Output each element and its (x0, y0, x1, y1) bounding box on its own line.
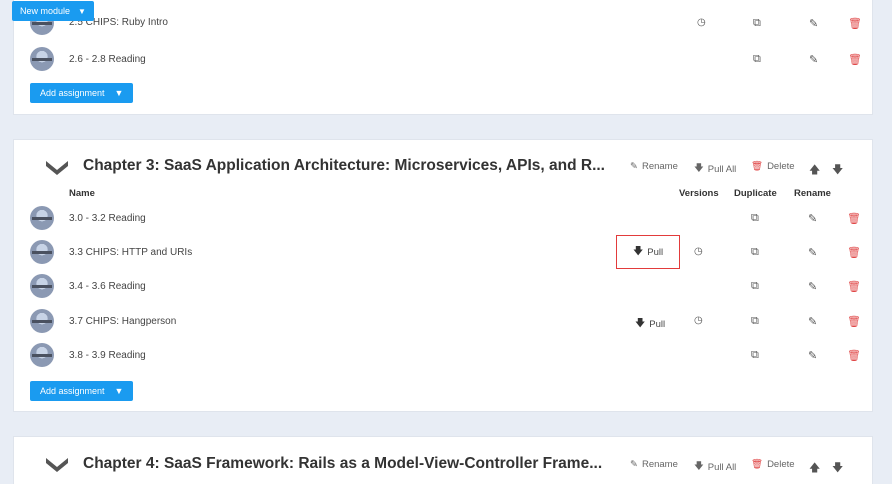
duplicate-icon[interactable]: ⧉ (753, 53, 761, 66)
trash-icon: 🗑 (751, 459, 764, 470)
trash-icon[interactable]: 🗑 (848, 17, 862, 30)
move-up-icon[interactable]: 🡅 (809, 459, 820, 478)
module-title: Chapter 3: SaaS Application Architecture… (83, 157, 605, 174)
history-icon[interactable]: ◷ (694, 315, 703, 326)
pencil-icon[interactable]: ✎ (808, 246, 817, 259)
history-icon[interactable]: ◷ (694, 246, 703, 257)
trash-icon[interactable]: 🗑 (847, 246, 861, 259)
duplicate-icon[interactable]: ⧉ (753, 17, 761, 30)
arrow-down-icon: 🡇 (694, 461, 704, 472)
assignment-name[interactable]: 3.0 - 3.2 Reading (69, 213, 146, 224)
duplicate-icon[interactable]: ⧉ (751, 246, 759, 259)
trash-icon[interactable]: 🗑 (847, 212, 861, 225)
assignment-avatar (30, 206, 54, 230)
add-assignment-button[interactable]: Add assignment ▼ (30, 381, 134, 401)
pencil-icon[interactable]: ✎ (808, 280, 817, 293)
add-assignment-label: Add assignment (40, 88, 105, 98)
assignment-name[interactable]: 2.6 - 2.8 Reading (69, 54, 146, 65)
pull-label: Pull (649, 319, 666, 330)
assignment-row: 3.3 CHIPS: HTTP and URIs 🡇 Pull ◷ ⧉ ✎ 🗑 (14, 235, 872, 269)
new-module-button[interactable]: New module ▼ (12, 1, 94, 21)
add-assignment-button[interactable]: Add assignment ▼ (30, 83, 134, 103)
pencil-icon[interactable]: ✎ (808, 349, 817, 362)
caret-down-icon: ▼ (78, 6, 86, 16)
module-card-chapter-3: Chapter 3: SaaS Application Architecture… (13, 139, 873, 412)
trash-icon[interactable]: 🗑 (848, 53, 862, 66)
module-title: Chapter 4: SaaS Framework: Rails as a Mo… (83, 455, 603, 472)
history-icon[interactable]: ◷ (697, 17, 706, 28)
pull-all-label: Pull All (707, 461, 737, 473)
pull-button[interactable]: 🡇 Pull (635, 316, 665, 333)
assignment-row: 3.0 - 3.2 Reading ⧉ ✎ 🗑 (14, 203, 872, 233)
pull-label: Pull (647, 246, 664, 258)
delete-module-button[interactable]: 🗑 Delete (751, 161, 795, 172)
chevron-down-icon[interactable] (46, 458, 68, 472)
duplicate-icon[interactable]: ⧉ (751, 349, 759, 362)
assignment-row: 3.4 - 3.6 Reading ⧉ ✎ 🗑 (14, 271, 872, 301)
caret-down-icon: ▼ (114, 88, 124, 98)
new-module-label: New module (20, 6, 71, 16)
assignment-name[interactable]: 3.7 CHIPS: Hangperson (69, 316, 176, 327)
move-down-icon[interactable]: 🡇 (832, 459, 843, 478)
delete-label: Delete (767, 161, 795, 172)
pencil-icon[interactable]: ✎ (809, 53, 818, 66)
caret-down-icon: ▼ (114, 386, 124, 396)
move-up-icon[interactable]: 🡅 (809, 161, 820, 180)
rename-label: Rename (641, 459, 678, 470)
trash-icon[interactable]: 🗑 (847, 280, 861, 293)
trash-icon[interactable]: 🗑 (847, 349, 861, 362)
pencil-icon[interactable]: ✎ (808, 315, 817, 328)
arrow-down-icon: 🡇 (633, 245, 644, 257)
assignment-avatar (30, 274, 54, 298)
pull-all-button[interactable]: 🡇 Pull All (694, 459, 736, 475)
module-card-chapter-2: 2.5 CHIPS: Ruby Intro ◷ ⧉ ✎ 🗑 2.6 - 2.8 … (13, 0, 873, 115)
assignment-name[interactable]: 3.3 CHIPS: HTTP and URIs (69, 247, 192, 258)
duplicate-icon[interactable]: ⧉ (751, 315, 759, 328)
pencil-icon[interactable]: ✎ (808, 212, 817, 225)
delete-label: Delete (767, 459, 795, 470)
assignment-row: 2.5 CHIPS: Ruby Intro ◷ ⧉ ✎ 🗑 (14, 8, 872, 38)
assignment-row: 3.7 CHIPS: Hangperson 🡇 Pull ◷ ⧉ ✎ 🗑 (14, 306, 872, 336)
assignment-avatar (30, 47, 54, 71)
rename-label: Rename (641, 161, 678, 172)
column-header-name: Name (69, 188, 95, 199)
move-down-icon[interactable]: 🡇 (832, 161, 843, 180)
assignment-name[interactable]: 3.8 - 3.9 Reading (69, 350, 146, 361)
duplicate-icon[interactable]: ⧉ (751, 212, 759, 225)
pull-all-button[interactable]: 🡇 Pull All (694, 161, 736, 177)
pencil-icon: ✎ (630, 161, 638, 172)
duplicate-icon[interactable]: ⧉ (751, 280, 759, 293)
arrow-down-icon: 🡇 (635, 318, 646, 329)
column-header-versions: Versions (679, 188, 719, 199)
add-assignment-label: Add assignment (40, 386, 105, 396)
trash-icon[interactable]: 🗑 (847, 315, 861, 328)
pencil-icon: ✎ (630, 459, 638, 470)
chevron-down-icon[interactable] (46, 161, 68, 175)
assignment-avatar (30, 343, 54, 367)
pencil-icon[interactable]: ✎ (809, 17, 818, 30)
rename-module-button[interactable]: ✎ Rename (630, 161, 678, 172)
assignment-name[interactable]: 3.4 - 3.6 Reading (69, 281, 146, 292)
assignment-row: 2.6 - 2.8 Reading ⧉ ✎ 🗑 (14, 44, 872, 74)
module-card-chapter-4: Chapter 4: SaaS Framework: Rails as a Mo… (13, 436, 873, 484)
pull-all-label: Pull All (707, 163, 737, 175)
column-header-duplicate: Duplicate (734, 188, 777, 199)
assignment-avatar (30, 309, 54, 333)
arrow-down-icon: 🡇 (694, 163, 704, 174)
column-header-rename: Rename (794, 188, 831, 199)
trash-icon: 🗑 (751, 161, 764, 172)
delete-module-button[interactable]: 🗑 Delete (751, 459, 795, 470)
assignment-avatar (30, 240, 54, 264)
rename-module-button[interactable]: ✎ Rename (630, 459, 678, 470)
assignment-row: 3.8 - 3.9 Reading ⧉ ✎ 🗑 (14, 340, 872, 370)
pull-button[interactable]: 🡇 Pull (616, 235, 681, 269)
